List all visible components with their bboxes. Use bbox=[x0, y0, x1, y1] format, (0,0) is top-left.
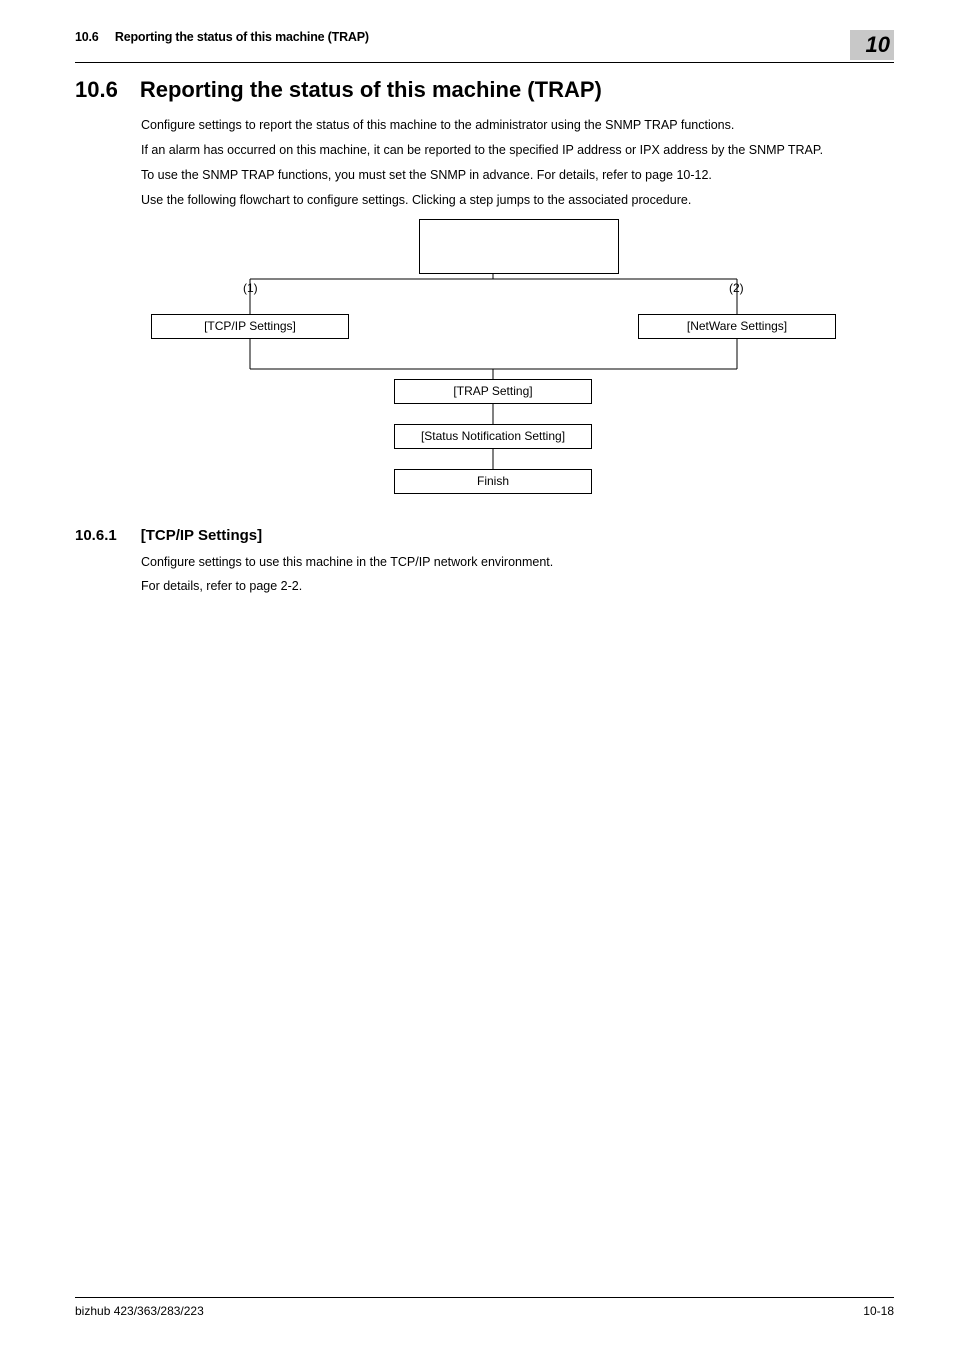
paragraph-2: If an alarm has occurred on this machine… bbox=[141, 142, 894, 159]
flowchart-box-finish: Finish bbox=[394, 469, 592, 494]
flowchart-split-box bbox=[419, 219, 619, 274]
running-header: 10.6 Reporting the status of this machin… bbox=[75, 30, 369, 44]
chapter-number: 10 bbox=[866, 34, 890, 56]
paragraph-1: Configure settings to report the status … bbox=[141, 117, 894, 134]
paragraph-4: Use the following flowchart to configure… bbox=[141, 192, 894, 209]
subsection-title: [TCP/IP Settings] bbox=[141, 527, 262, 544]
subsection-heading: 10.6.1 [TCP/IP Settings] bbox=[75, 527, 894, 544]
footer-page-number: 10-18 bbox=[863, 1304, 894, 1318]
section-heading: 10.6 Reporting the status of this machin… bbox=[75, 77, 894, 103]
flowchart-label-left: (1) bbox=[243, 281, 258, 297]
paragraph-3: To use the SNMP TRAP functions, you must… bbox=[141, 167, 894, 184]
flowchart-box-tcpip-label: [TCP/IP Settings] bbox=[204, 319, 296, 333]
subsection-body: Configure settings to use this machine i… bbox=[141, 554, 894, 596]
footer-row: bizhub 423/363/283/223 10-18 bbox=[75, 1304, 894, 1318]
page-container: 10.6 Reporting the status of this machin… bbox=[0, 0, 954, 1350]
flowchart-label-right: (2) bbox=[729, 281, 744, 297]
flowchart-box-finish-label: Finish bbox=[477, 474, 509, 488]
chapter-number-box: 10 bbox=[850, 30, 894, 60]
subsection-paragraph-2: For details, refer to page 2-2. bbox=[141, 578, 894, 595]
flowchart-box-netware[interactable]: [NetWare Settings] bbox=[638, 314, 836, 339]
header-section-number: 10.6 bbox=[75, 30, 99, 44]
footer-model: bizhub 423/363/283/223 bbox=[75, 1304, 204, 1318]
page-footer: bizhub 423/363/283/223 10-18 bbox=[75, 1297, 894, 1318]
flowchart-box-status-label: [Status Notification Setting] bbox=[421, 429, 565, 443]
flowchart-box-netware-label: [NetWare Settings] bbox=[687, 319, 787, 333]
header-running-title: Reporting the status of this machine (TR… bbox=[115, 30, 369, 44]
header-divider bbox=[75, 62, 894, 63]
flowchart-box-tcpip[interactable]: [TCP/IP Settings] bbox=[151, 314, 349, 339]
flowchart-box-trap[interactable]: [TRAP Setting] bbox=[394, 379, 592, 404]
section-number: 10.6 bbox=[75, 77, 118, 103]
section-title: Reporting the status of this machine (TR… bbox=[140, 77, 602, 103]
flowchart: (1) Notification to IP address (2) Notif… bbox=[141, 219, 846, 509]
footer-divider bbox=[75, 1297, 894, 1298]
subsection-paragraph-1: Configure settings to use this machine i… bbox=[141, 554, 894, 571]
flowchart-box-status[interactable]: [Status Notification Setting] bbox=[394, 424, 592, 449]
subsection-number: 10.6.1 bbox=[75, 527, 117, 544]
page-header: 10.6 Reporting the status of this machin… bbox=[75, 30, 894, 60]
flowchart-box-trap-label: [TRAP Setting] bbox=[453, 384, 532, 398]
section-body: Configure settings to report the status … bbox=[141, 117, 894, 509]
